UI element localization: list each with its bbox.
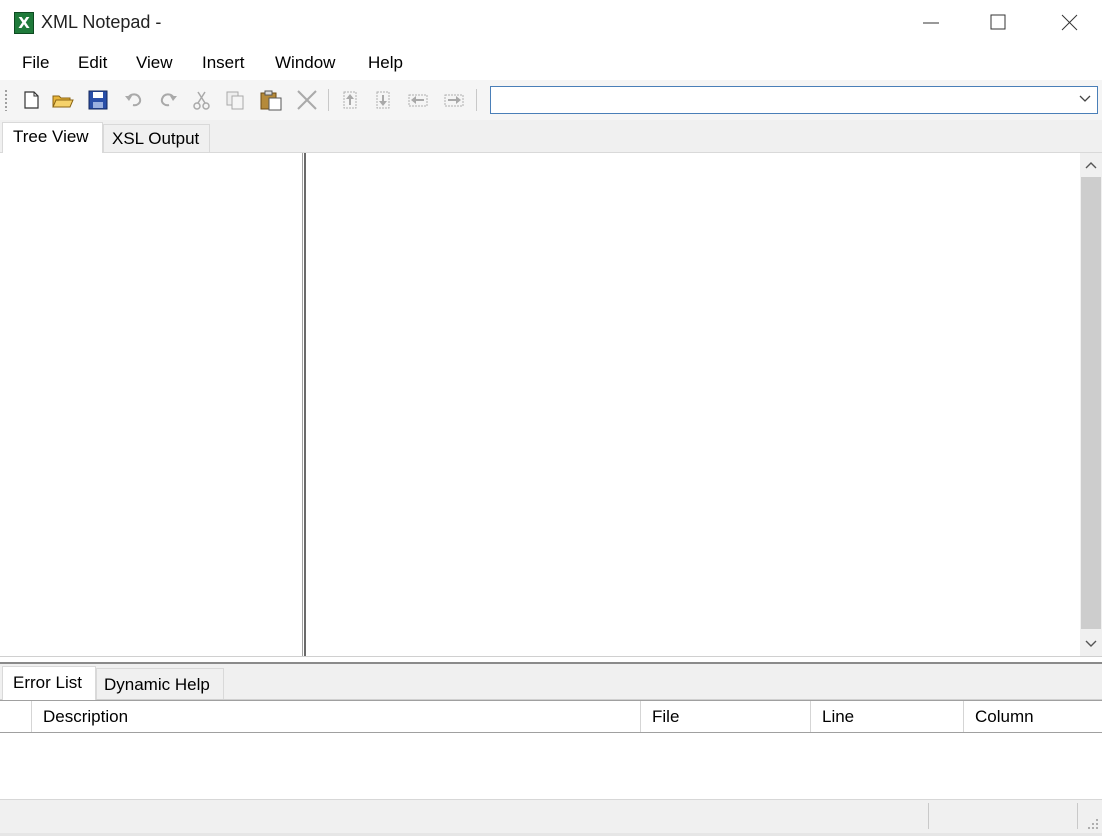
new-file-button[interactable] [20, 89, 42, 111]
redo-icon [160, 93, 177, 107]
row-header-column[interactable] [0, 701, 31, 732]
window-title: XML Notepad - [41, 12, 162, 32]
location-combobox[interactable] [490, 86, 1098, 114]
vertical-splitter[interactable] [302, 153, 306, 656]
resize-grip-icon[interactable] [1086, 817, 1100, 831]
view-tabstrip: Tree View XSL Output [0, 120, 1102, 153]
menu-help[interactable]: Help [368, 53, 403, 73]
tab-xsl-output[interactable]: XSL Output [103, 124, 210, 152]
nudge-left-icon [408, 94, 428, 107]
nudge-up-button[interactable] [340, 89, 362, 111]
save-button[interactable] [87, 89, 109, 111]
minimize-button[interactable] [908, 0, 954, 46]
menu-edit[interactable]: Edit [78, 53, 107, 73]
scrollbar-thumb[interactable] [1081, 177, 1101, 629]
column-header-line[interactable]: Line [810, 701, 963, 732]
nudge-right-icon [444, 94, 464, 107]
node-text-pane[interactable] [307, 153, 1080, 656]
status-bar [0, 799, 1102, 833]
toolbar-separator [476, 89, 477, 111]
menu-insert[interactable]: Insert [202, 53, 245, 73]
redo-button[interactable] [157, 89, 179, 111]
maximize-button[interactable] [975, 0, 1021, 46]
error-list-header: Description File Line Column [0, 700, 1102, 733]
menu-window[interactable]: Window [275, 53, 335, 73]
tab-error-list[interactable]: Error List [2, 666, 96, 700]
status-separator [928, 803, 929, 829]
cut-button[interactable] [191, 89, 213, 111]
save-icon [88, 90, 108, 110]
chevron-down-icon[interactable] [1079, 95, 1091, 103]
nudge-left-button[interactable] [406, 89, 428, 111]
menu-bar: File Edit View Insert Window Help [0, 46, 1102, 80]
column-header-column[interactable]: Column [963, 701, 1102, 732]
maximize-icon [990, 14, 1006, 30]
minimize-icon [923, 22, 939, 24]
tab-tree-view[interactable]: Tree View [2, 122, 103, 153]
column-header-file[interactable]: File [640, 701, 810, 732]
nudge-down-button[interactable] [373, 89, 395, 111]
undo-icon [125, 93, 142, 107]
delete-icon [297, 90, 317, 110]
paste-button[interactable] [259, 89, 282, 111]
tab-dynamic-help[interactable]: Dynamic Help [96, 668, 224, 699]
status-separator [1077, 803, 1078, 829]
copy-icon [226, 91, 244, 110]
horizontal-splitter[interactable] [0, 656, 1102, 664]
column-header-description[interactable]: Description [31, 701, 640, 732]
output-tabstrip: Error List Dynamic Help [0, 664, 1102, 700]
toolbar-separator [328, 89, 329, 111]
tree-view-pane[interactable] [0, 153, 302, 656]
paste-icon [260, 90, 282, 111]
xml-notepad-window: X XML Notepad - File Edit View Insert Wi… [0, 0, 1102, 836]
new-file-icon [24, 91, 39, 109]
close-icon [1061, 14, 1078, 31]
xml-notepad-app-icon: X [14, 12, 34, 34]
title-bar: X XML Notepad - [0, 0, 1102, 46]
menu-view[interactable]: View [136, 53, 173, 73]
open-button[interactable] [51, 89, 74, 111]
close-button[interactable] [1046, 0, 1092, 46]
nudge-right-button[interactable] [442, 89, 464, 111]
scroll-down-icon[interactable] [1085, 640, 1097, 648]
open-folder-icon [52, 95, 74, 108]
vertical-scrollbar[interactable] [1080, 153, 1102, 656]
location-input[interactable] [491, 87, 1073, 113]
undo-button[interactable] [123, 89, 145, 111]
toolbar-grip[interactable] [5, 89, 7, 111]
cut-icon [193, 91, 210, 110]
error-list-body[interactable] [0, 733, 1102, 799]
copy-button[interactable] [224, 89, 246, 111]
delete-button[interactable] [295, 89, 317, 111]
nudge-down-icon [376, 91, 390, 109]
nudge-up-icon [343, 91, 357, 109]
scroll-up-icon[interactable] [1085, 161, 1097, 169]
menu-file[interactable]: File [22, 53, 49, 73]
